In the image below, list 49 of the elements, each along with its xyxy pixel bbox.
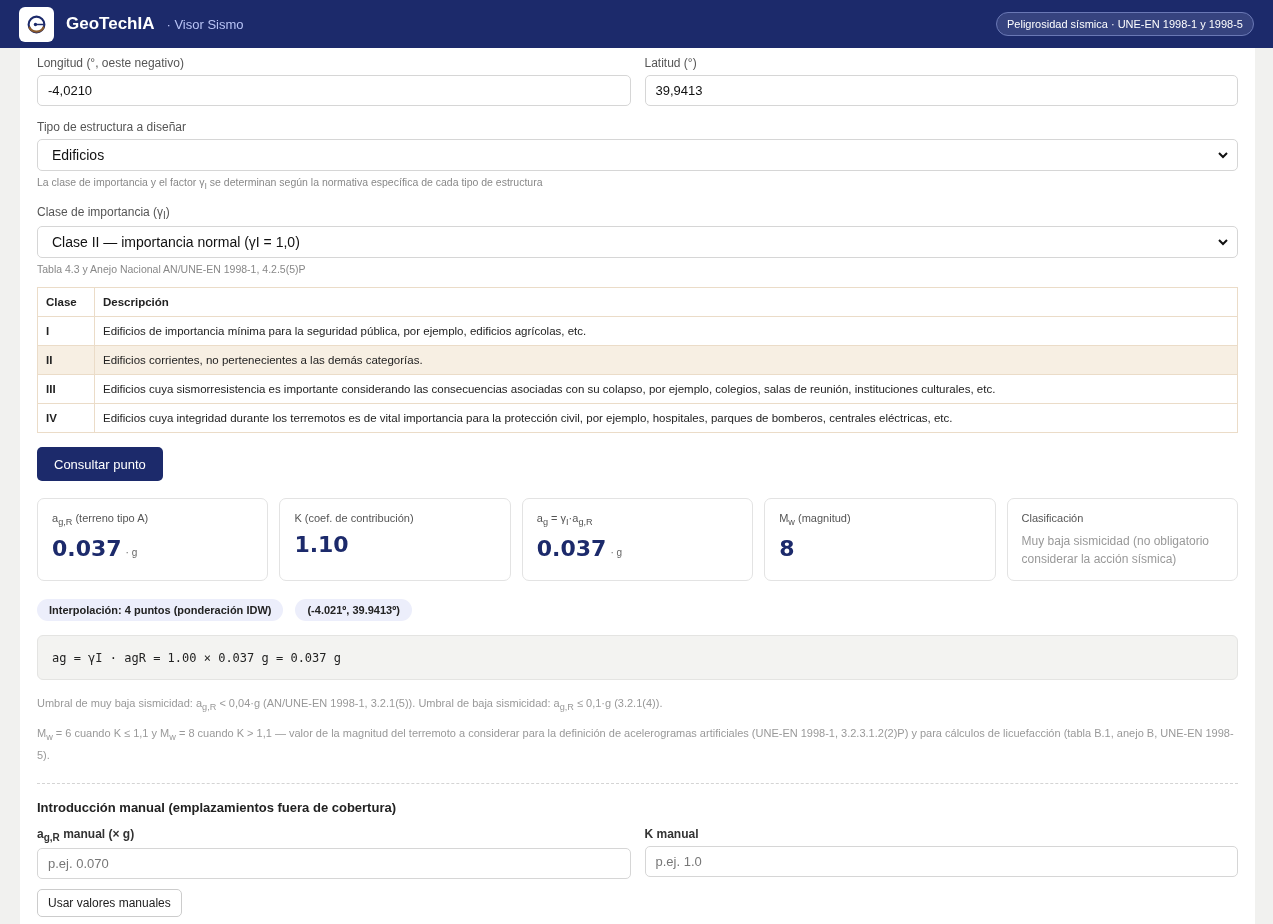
table-cell: II bbox=[37, 346, 95, 375]
table-cell: Edificios cuya integridad durante los terremotos es de vital importancia para la protección civil, por ejemplo, hospitales, parques de bomberos, centrales eléctricas, etc. bbox=[94, 404, 1238, 433]
result-label: a$_{g,R}$ (terreno tipo A) bbox=[52, 512, 150, 528]
field-label: a$_{g,R}$ manual (× g) bbox=[37, 826, 136, 844]
note-text: Umbral de muy baja sismicidad: a$_{g,R}$ < 0,04·g (AN/UNE-EN 1998-1, 3.2.1(5)). Umbral de baja sismicidad: a$_{g,R}$ ≤ 0,1·g (3.2.1(4)). bbox=[37, 696, 664, 715]
table-cell: Edificios cuya sismorresistencia es importante considerando las consecuencias asociadas con su colapso, por ejemplo, colegios, salas de reunión, instituciones culturales, etc. bbox=[94, 375, 1238, 404]
manual-values-button[interactable]: Usar valores manuales bbox=[37, 889, 182, 918]
unit-text: · g bbox=[610, 546, 623, 558]
hint-text: Tabla 4.3 y Anejo Nacional AN/UNE-EN 1998-1, 4.2.5(5)P bbox=[37, 263, 307, 276]
note-text: M$_{w}$ = 6 cuando K ≤ 1,1 y M$_{w}$ = 8 cuando K > 1,1 — valor de la magnitud del terremoto a considerar para la definición de acelerogramas artificiales (UNE-EN 1998-1, 3.2.3.1.2(2)P) y para cálculos de licuefacción (tabla B.1, anejo B, UNE-EN 1998-5). bbox=[37, 725, 1235, 763]
result-value: 1.10 bbox=[294, 532, 349, 558]
table-cell: Edificios corrientes, no pertenecientes a las demás categorías. bbox=[94, 346, 1238, 375]
result-label: K (coef. de contribución) bbox=[294, 512, 415, 525]
coordinate-input[interactable]: -4,0210 bbox=[37, 75, 631, 106]
result-label: Clasificación bbox=[1021, 512, 1085, 525]
info-chip: (-4.021º, 39.9413º) bbox=[295, 599, 412, 622]
column-header: Clase bbox=[37, 288, 95, 317]
result-value: 0.037 bbox=[52, 535, 122, 561]
field-label: Latitud (°) bbox=[644, 56, 698, 70]
result-label: M$_{w}$ (magnitud) bbox=[779, 512, 852, 528]
chevron-down-icon bbox=[1217, 149, 1229, 161]
field-label: Tipo de estructura a diseñar bbox=[37, 120, 187, 134]
result-label: a$_{g}$ = γ$_{I}$·a$_{g,R}$ bbox=[536, 512, 594, 528]
manual-input[interactable]: p.ej. 1.0 bbox=[644, 845, 1238, 877]
table-cell: III bbox=[37, 375, 95, 404]
dropdown[interactable]: Clase II — importancia normal (γI = 1,0) bbox=[37, 226, 1238, 259]
classification-text: Muy baja sismicidad (no obligatorio considerar la acción sísmica) bbox=[1021, 533, 1211, 569]
field-label: K manual bbox=[644, 826, 700, 841]
query-button[interactable]: Consultar punto bbox=[37, 447, 163, 482]
section-heading: Introducción manual (emplazamientos fuera de cobertura) bbox=[37, 799, 397, 815]
table-cell: I bbox=[37, 317, 95, 346]
app-subtitle: · Visor Sismo bbox=[166, 16, 244, 32]
info-chip: Interpolación: 4 puntos (ponderación IDW) bbox=[37, 599, 284, 622]
logo-icon bbox=[19, 6, 54, 42]
field-label: Longitud (°, oeste negativo) bbox=[37, 56, 185, 70]
field-label: Clase de importancia (γ$_{I}$) bbox=[37, 205, 171, 222]
result-value: 8 bbox=[779, 535, 795, 561]
table-cell: IV bbox=[37, 404, 95, 433]
formula-block: ag = γI · agR = 1.00 × 0.037 g = 0.037 g bbox=[37, 635, 1238, 681]
manual-input[interactable]: p.ej. 0.070 bbox=[37, 848, 631, 880]
column-header: Descripción bbox=[94, 288, 1238, 317]
hint-text: La clase de importancia y el factor γ$_{I}$ se determinan según la normativa específica de cada tipo de estructura bbox=[37, 176, 544, 192]
header-badge: Peligrosidad sísmica · UNE-EN 1998-1 y 1998-5 bbox=[996, 12, 1254, 36]
unit-text: · g bbox=[125, 546, 138, 558]
app-title: GeoTechIA bbox=[66, 14, 155, 34]
table-cell: Edificios de importancia mínima para la seguridad pública, por ejemplo, edificios agrícolas, etc. bbox=[94, 317, 1238, 346]
coordinate-input[interactable]: 39,9413 bbox=[644, 75, 1238, 106]
result-value: 0.037 bbox=[536, 535, 607, 561]
dropdown[interactable]: Edificios bbox=[37, 139, 1238, 171]
